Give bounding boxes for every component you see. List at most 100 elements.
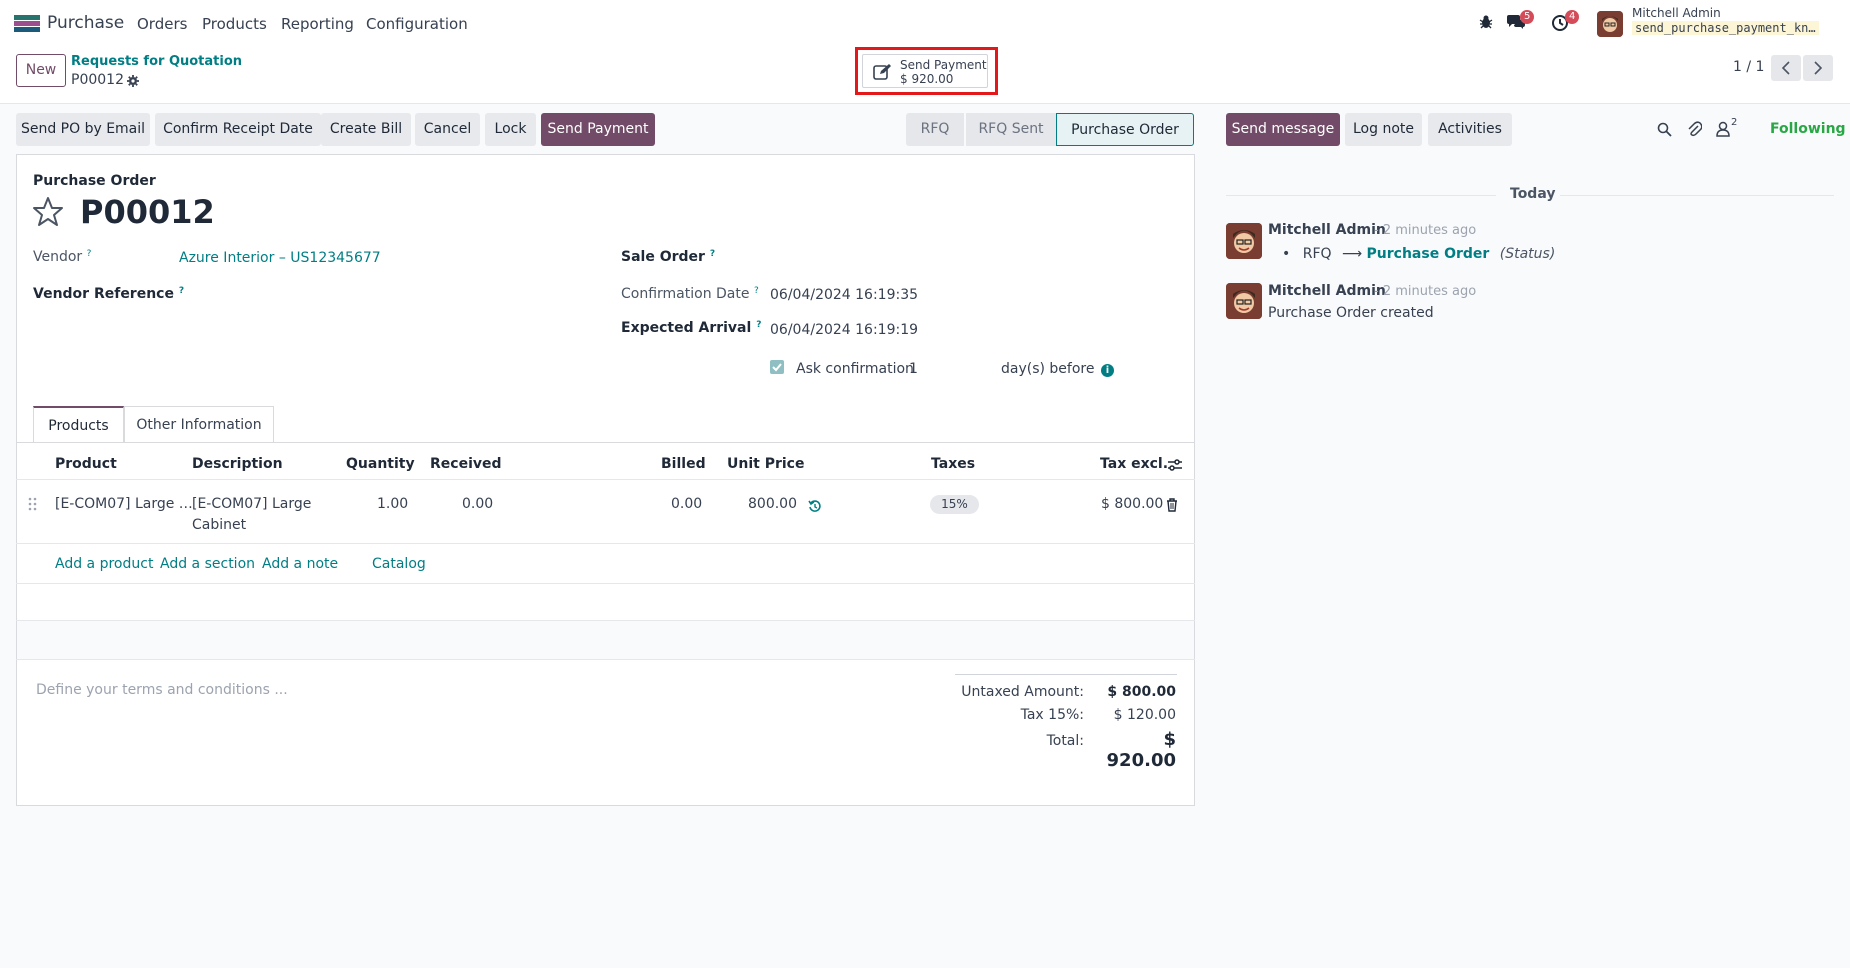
ask-confirmation-label: Ask confirmation [796,361,914,377]
row-description-line1[interactable]: [E-COM07] Large [192,496,311,512]
add-product-link[interactable]: Add a product [55,556,153,572]
status-purchase-order[interactable]: Purchase Order [1056,113,1194,146]
ask-confirmation-days[interactable]: 1 [909,361,918,377]
row-divider [16,543,1195,544]
expected-arrival-value[interactable]: 06/04/2024 16:19:19 [770,322,918,338]
send-payment-smart-button[interactable]: Send Payment $ 920.00 [862,54,988,88]
untaxed-amount-value: $ 800.00 [1107,684,1176,700]
tax-badge[interactable]: 15% [930,495,979,514]
column-settings-icon[interactable] [1167,458,1183,476]
cancel-button[interactable]: Cancel [415,113,480,146]
breadcrumb-current: P00012 [71,72,124,88]
form-type-label: Purchase Order [33,173,156,189]
breadcrumb-parent[interactable]: Requests for Quotation [71,54,242,69]
reset-price-icon[interactable] [808,499,822,517]
status-rfq-sent[interactable]: RFQ Sent [966,113,1056,146]
tracking-new-value: Purchase Order [1366,246,1490,262]
info-icon[interactable]: i [1101,364,1114,377]
message-avatar[interactable] [1226,283,1262,319]
row-product[interactable]: [E-COM07] Large … [55,496,193,512]
message-author[interactable]: Mitchell Admin [1268,283,1386,299]
menu-products[interactable]: Products [202,15,267,33]
pager-next-button[interactable] [1803,55,1833,81]
add-row-divider [16,583,1195,584]
confirm-receipt-date-button[interactable]: Confirm Receipt Date [155,113,321,146]
activities-button[interactable]: Activities [1428,113,1512,146]
ask-confirmation-checkbox[interactable] [770,360,784,374]
row-quantity[interactable]: 1.00 [377,496,408,512]
user-avatar[interactable] [1597,11,1623,37]
star-icon[interactable] [32,196,64,231]
col-tax-excl[interactable]: Tax excl. [1100,456,1168,472]
followers-icon[interactable] [1716,121,1730,141]
vendor-label: Vendor ? [33,249,92,265]
checkmark-icon [772,363,782,372]
today-divider-left [1226,195,1496,196]
arrow-right-icon: ⟶ [1341,246,1363,262]
tab-products[interactable]: Products [33,406,124,443]
bullet: • [1282,246,1291,262]
new-button[interactable]: New [16,54,66,87]
followers-count: 2 [1731,117,1738,128]
smart-button-label: Send Payment [900,58,987,72]
pager-previous-button[interactable] [1771,55,1801,81]
user-name[interactable]: Mitchell Admin [1632,6,1721,20]
col-received[interactable]: Received [430,456,502,472]
add-note-link[interactable]: Add a note [262,556,338,572]
drag-handle-icon[interactable] [28,497,38,515]
tax-label: Tax 15%: [1020,707,1084,723]
app-name[interactable]: Purchase [47,13,124,33]
pager-value[interactable]: 1 / 1 [1733,59,1764,75]
confirmation-date-value[interactable]: 06/04/2024 16:19:35 [770,287,918,303]
following-button[interactable]: Following [1770,121,1846,137]
order-name: P00012 [80,193,215,231]
send-po-email-button[interactable]: Send PO by Email [16,113,150,146]
vendor-reference-label: Vendor Reference ? [33,286,185,302]
col-product[interactable]: Product [55,456,117,472]
col-unit-price[interactable]: Unit Price [727,456,804,472]
menu-configuration[interactable]: Configuration [366,15,468,33]
send-payment-button[interactable]: Send Payment [541,113,655,146]
today-label: Today [1510,186,1556,202]
log-note-button[interactable]: Log note [1345,113,1422,146]
row-unit-price[interactable]: 800.00 [748,496,797,512]
tab-other-information[interactable]: Other Information [124,406,274,443]
message-author[interactable]: Mitchell Admin [1268,222,1386,238]
col-taxes[interactable]: Taxes [931,456,975,472]
create-bill-button[interactable]: Create Bill [321,113,411,146]
catalog-link[interactable]: Catalog [372,556,426,572]
empty-row [17,621,1194,659]
edit-square-icon [873,63,893,81]
database-name: send_purchase_payment_kn… [1632,21,1819,35]
message-body: Purchase Order created [1268,305,1434,321]
today-divider-right [1560,195,1834,196]
col-billed[interactable]: Billed [661,456,706,472]
message-avatar[interactable] [1226,223,1262,259]
message-time: - 2 minutes ago [1374,223,1477,238]
trash-icon[interactable] [1166,498,1178,516]
terms-input[interactable]: Define your terms and conditions ... [36,682,288,698]
menu-reporting[interactable]: Reporting [281,15,354,33]
confirmation-date-label: Confirmation Date ? [621,286,759,302]
row-description-line2[interactable]: Cabinet [192,517,246,533]
search-icon[interactable] [1657,122,1672,141]
tracking-old-value: RFQ [1302,246,1332,262]
col-quantity[interactable]: Quantity [346,456,415,472]
tracking-change: • RFQ ⟶ Purchase Order (Status) [1282,246,1555,262]
tax-value: $ 120.00 [1113,707,1176,723]
paperclip-icon[interactable] [1687,121,1703,141]
row-received[interactable]: 0.00 [462,496,493,512]
gear-icon[interactable] [127,73,139,87]
debug-bug-icon[interactable] [1478,14,1498,32]
status-rfq[interactable]: RFQ [906,113,964,146]
vendor-field[interactable]: Azure Interior – US12345677 [179,250,381,266]
purchase-app-icon[interactable] [14,15,40,32]
empty-row-divider-2 [16,659,1195,660]
lock-button[interactable]: Lock [485,113,536,146]
add-section-link[interactable]: Add a section [160,556,255,572]
menu-orders[interactable]: Orders [137,15,187,33]
tabs-divider [16,442,1195,443]
send-message-button[interactable]: Send message [1226,113,1340,146]
col-description[interactable]: Description [192,456,283,472]
row-billed[interactable]: 0.00 [671,496,702,512]
